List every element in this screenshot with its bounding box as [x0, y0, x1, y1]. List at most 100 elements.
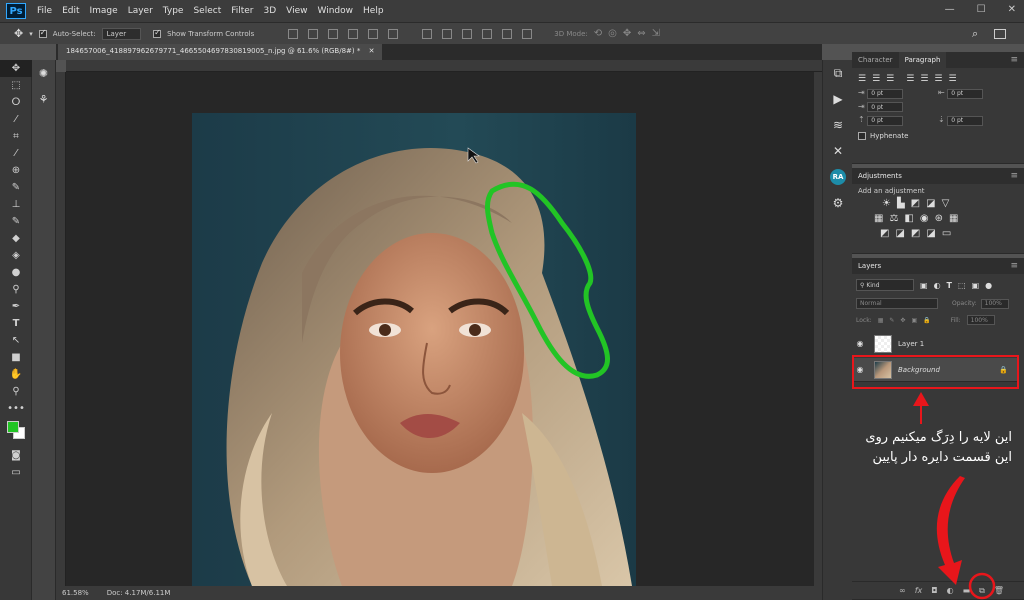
space-before-input[interactable]: 0 pt — [867, 115, 904, 126]
filter-toggle-icon[interactable]: ● — [985, 281, 992, 290]
type-tool-icon[interactable]: T — [0, 315, 32, 332]
brush-presets-icon[interactable]: ≋ — [823, 112, 853, 138]
hue-saturation-icon[interactable]: ▦ — [874, 213, 883, 224]
path-selection-tool-icon[interactable]: ↖ — [0, 332, 32, 349]
eyedropper-tool-icon[interactable]: ⁄ — [0, 145, 32, 162]
zoom-level[interactable]: 61.58% — [62, 589, 89, 597]
align-vcenter-icon[interactable] — [308, 28, 319, 39]
3d-roll-icon[interactable]: ◎ — [608, 28, 617, 39]
tab-character[interactable]: Character — [852, 52, 899, 68]
threshold-icon[interactable]: ◩ — [911, 228, 920, 239]
crop-tool-icon[interactable]: ⌗ — [0, 128, 32, 145]
magic-wand-tool-icon[interactable]: ⁄ — [0, 111, 32, 128]
rectangle-tool-icon[interactable]: ■ — [0, 349, 32, 366]
photo-filter-icon[interactable]: ◉ — [920, 213, 929, 224]
menu-type[interactable]: Type — [158, 6, 189, 16]
align-hcenter-icon[interactable] — [368, 28, 379, 39]
move-tool-icon[interactable]: ✥ — [14, 27, 23, 40]
lock-transparent-icon[interactable]: ▦ — [878, 317, 884, 324]
3d-rotate-icon[interactable]: ⟲ — [594, 28, 602, 39]
adjustments-menu-icon[interactable]: ≡ — [1010, 171, 1018, 181]
clone-stamp-tool-icon[interactable]: ⊥ — [0, 196, 32, 213]
opacity-input[interactable]: 100% — [980, 298, 1009, 309]
zoom-tool-icon[interactable]: ⚲ — [0, 383, 32, 400]
indent-first-line-input[interactable]: 0 pt — [867, 102, 904, 112]
menu-window[interactable]: Window — [313, 6, 359, 16]
fill-input[interactable]: 100% — [966, 315, 995, 325]
history-icon[interactable]: ⧉ — [823, 60, 853, 86]
menu-layer[interactable]: Layer — [123, 6, 158, 16]
add-mask-icon[interactable]: ◘ — [931, 586, 937, 595]
distribute-left-icon[interactable] — [482, 28, 493, 39]
document-tab[interactable]: 184657006_418897962679771_46655046978308… — [58, 44, 383, 60]
new-adjustment-layer-icon[interactable]: ◐ — [947, 586, 954, 595]
filter-shape-icon[interactable]: ⬚ — [958, 281, 966, 290]
workspace-icon[interactable] — [994, 28, 1006, 39]
align-top-icon[interactable] — [288, 28, 299, 39]
minimize-button[interactable]: — — [945, 4, 955, 15]
filter-type-icon[interactable]: T — [947, 281, 952, 290]
exposure-icon[interactable]: ◪ — [926, 198, 935, 209]
menu-select[interactable]: Select — [188, 6, 226, 16]
menu-3d[interactable]: 3D — [259, 6, 282, 16]
color-balance-icon[interactable]: ⚖ — [889, 213, 898, 224]
posterize-icon[interactable]: ◪ — [895, 228, 904, 239]
tools-cross-icon[interactable]: ✕ — [823, 138, 853, 164]
menu-view[interactable]: View — [281, 6, 312, 16]
marquee-tool-icon[interactable]: ⬚ — [0, 77, 32, 94]
align-left-text-icon[interactable]: ☰ — [858, 74, 866, 84]
justify-all-icon[interactable]: ☰ — [948, 74, 956, 84]
search-icon[interactable]: ⌕ — [972, 27, 978, 41]
align-center-text-icon[interactable]: ☰ — [872, 74, 880, 84]
clone-source-icon[interactable]: ⚘ — [32, 86, 55, 112]
menu-help[interactable]: Help — [358, 6, 389, 16]
new-group-icon[interactable]: ▬ — [963, 586, 971, 595]
selective-color-icon[interactable]: ◪ — [926, 228, 935, 239]
distribute-top-icon[interactable] — [422, 28, 433, 39]
hyphenate-checkbox[interactable] — [858, 131, 866, 140]
layers-menu-icon[interactable]: ≡ — [1010, 261, 1018, 271]
brush-settings-icon[interactable]: ✺ — [32, 60, 55, 86]
auto-select-checkbox[interactable] — [38, 28, 47, 38]
lasso-tool-icon[interactable]: ⵔ — [0, 94, 32, 111]
3d-slide-icon[interactable]: ⇔ — [637, 28, 645, 39]
indent-left-input[interactable]: 0 pt — [867, 88, 904, 99]
hand-tool-icon[interactable]: ✋ — [0, 366, 32, 383]
3d-pan-icon[interactable]: ✥ — [623, 28, 631, 39]
auto-select-dropdown[interactable]: Layer — [101, 27, 142, 40]
actions-play-icon[interactable]: ▶ — [823, 86, 853, 112]
filter-adjustment-icon[interactable]: ◐ — [934, 281, 941, 290]
align-left-icon[interactable] — [348, 28, 359, 39]
color-swatches[interactable] — [0, 417, 32, 447]
canvas-area[interactable] — [66, 72, 814, 586]
levels-icon[interactable]: ▙ — [897, 198, 905, 209]
properties-icon[interactable]: ⚙ — [823, 190, 853, 216]
align-right-text-icon[interactable]: ☰ — [886, 74, 894, 84]
close-tab-icon[interactable]: ✕ — [369, 47, 375, 55]
foreground-color-swatch[interactable] — [7, 421, 19, 433]
lock-all-icon[interactable]: 🔒 — [923, 317, 930, 324]
vertical-scrollbar[interactable] — [814, 72, 822, 586]
history-brush-tool-icon[interactable]: ✎ — [0, 213, 32, 230]
visibility-eye-icon[interactable]: ◉ — [852, 339, 868, 348]
lock-position-icon[interactable]: ✥ — [900, 317, 905, 324]
gradient-map-icon[interactable]: ▭ — [942, 228, 951, 239]
brightness-icon[interactable]: ☀ — [882, 198, 891, 209]
tab-paragraph[interactable]: Paragraph — [898, 52, 947, 68]
delete-layer-icon[interactable]: 🗑 — [994, 586, 1004, 595]
invert-icon[interactable]: ◩ — [880, 228, 889, 239]
pen-tool-icon[interactable]: ✒ — [0, 298, 32, 315]
healing-brush-tool-icon[interactable]: ⊕ — [0, 162, 32, 179]
align-bottom-icon[interactable] — [328, 28, 339, 39]
distribute-vcenter-icon[interactable] — [442, 28, 453, 39]
space-after-input[interactable]: 0 pt — [947, 115, 984, 126]
layer-kind-filter[interactable]: ⚲ Kind — [856, 279, 914, 291]
justify-last-left-icon[interactable]: ☰ — [906, 74, 914, 84]
screen-mode-icon[interactable]: ▭ — [0, 464, 32, 481]
justify-last-right-icon[interactable]: ☰ — [934, 74, 942, 84]
tool-preset-chevron-icon[interactable]: ▾ — [29, 30, 33, 38]
menu-image[interactable]: Image — [85, 6, 123, 16]
lock-image-icon[interactable]: ✎ — [889, 317, 894, 324]
color-lookup-icon[interactable]: ▦ — [949, 213, 958, 224]
eraser-tool-icon[interactable]: ◆ — [0, 230, 32, 247]
